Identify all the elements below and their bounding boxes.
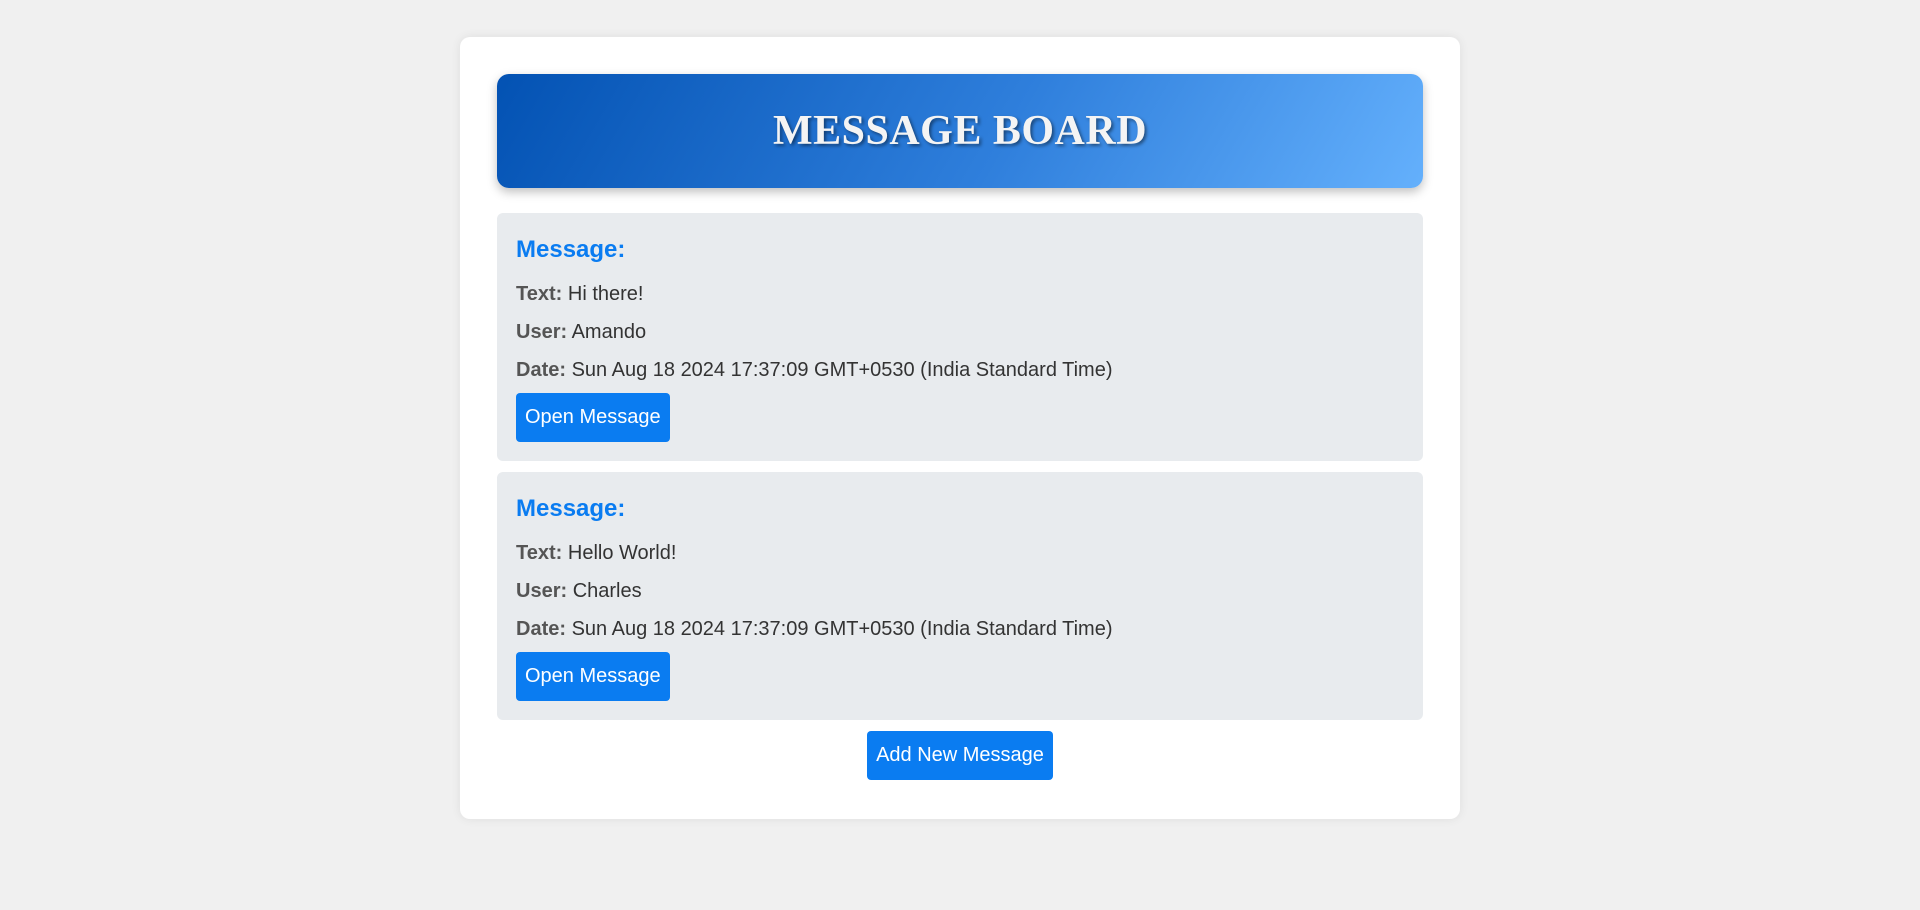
text-label: Text: [516,542,563,564]
message-date: Sun Aug 18 2024 17:37:09 GMT+0530 (India… [571,359,1113,381]
user-label: User: [516,580,568,602]
message-board-panel: MESSAGE BOARD Message: Text: Hi there! U… [460,37,1460,819]
message-text: Hi there! [567,283,644,305]
message-date: Sun Aug 18 2024 17:37:09 GMT+0530 (India… [571,618,1113,640]
header-banner: MESSAGE BOARD [497,74,1423,188]
message-card: Message: Text: Hi there! User: Amando Da… [497,213,1423,461]
add-new-message-button[interactable]: Add New Message [867,731,1053,780]
message-list: Message: Text: Hi there! User: Amando Da… [497,213,1423,720]
message-date-row: Date: Sun Aug 18 2024 17:37:09 GMT+0530 … [516,358,1404,382]
date-label: Date: [516,359,567,381]
message-text-row: Text: Hello World! [516,541,1404,565]
add-message-row: Add New Message [497,731,1423,780]
message-heading: Message: [516,495,626,522]
message-user-row: User: Amando [516,320,1404,344]
message-user-row: User: Charles [516,579,1404,603]
message-heading: Message: [516,236,626,263]
date-label: Date: [516,618,567,640]
open-message-button[interactable]: Open Message [516,393,670,442]
message-user: Charles [572,580,642,602]
message-card: Message: Text: Hello World! User: Charle… [497,472,1423,720]
message-text: Hello World! [567,542,677,564]
message-date-row: Date: Sun Aug 18 2024 17:37:09 GMT+0530 … [516,617,1404,641]
message-user: Amando [571,321,647,343]
text-label: Text: [516,283,563,305]
open-message-button[interactable]: Open Message [516,652,670,701]
page-title: MESSAGE BOARD [772,108,1148,154]
message-text-row: Text: Hi there! [516,282,1404,306]
user-label: User: [516,321,568,343]
